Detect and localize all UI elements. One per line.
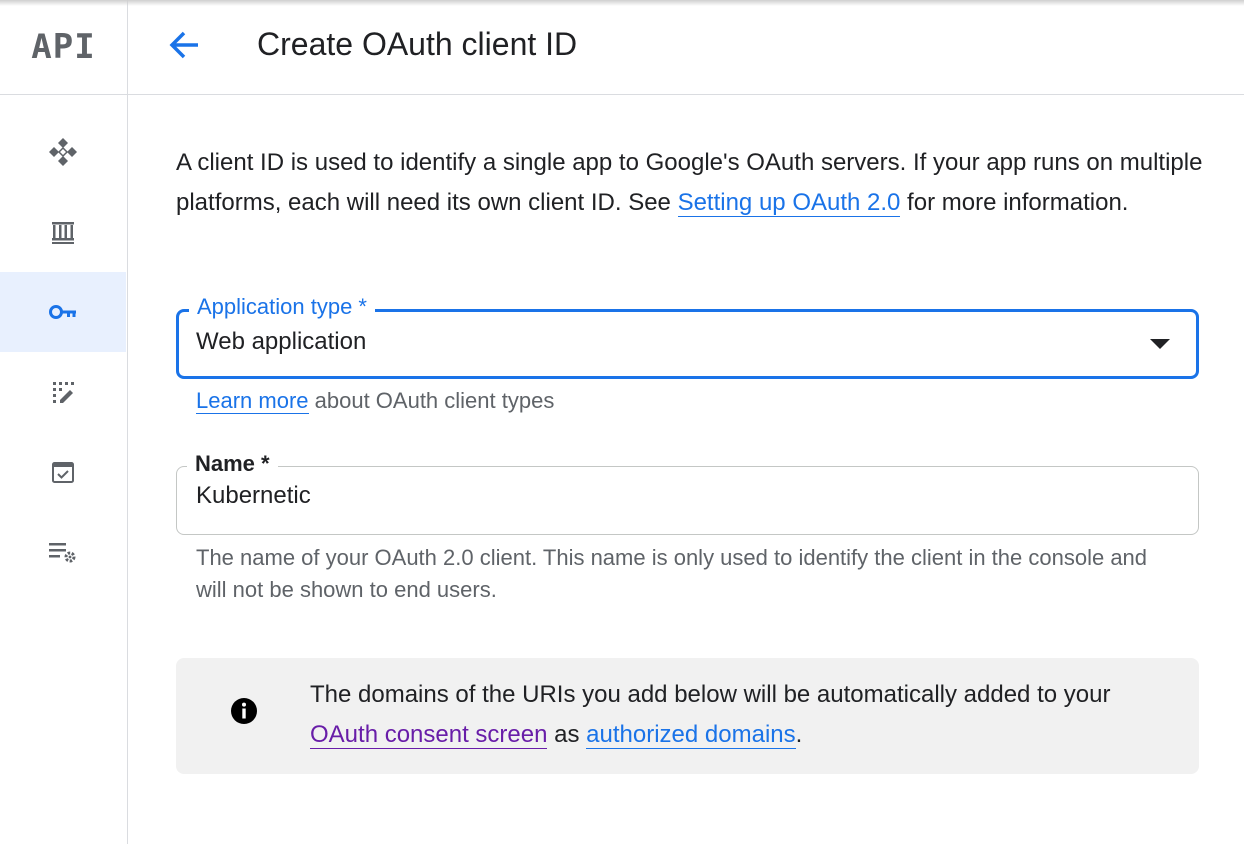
page-header: Create OAuth client ID <box>128 0 1244 95</box>
domains-info-notice: The domains of the URIs you add below wi… <box>176 658 1199 774</box>
name-label: Name * <box>187 450 278 478</box>
name-helper-text: The name of your OAuth 2.0 client. This … <box>196 545 1148 602</box>
nav-item-library[interactable] <box>0 192 126 272</box>
nav-item-enabled-apis[interactable] <box>0 112 126 192</box>
application-type-select[interactable]: Application type * Web application <box>176 293 1199 379</box>
authorized-domains-link[interactable]: authorized domains <box>586 721 796 749</box>
intro-text-end: for more information. <box>900 189 1129 216</box>
notice-text: The domains of the URIs you add below wi… <box>310 675 1170 755</box>
settings-list-icon <box>49 543 76 563</box>
nav-item-oauth-consent[interactable] <box>0 352 126 432</box>
notice-text-start: The domains of the URIs you add below wi… <box>310 681 1111 708</box>
enabled-apis-icon <box>49 138 77 166</box>
back-button[interactable] <box>164 25 204 65</box>
arrow-back-icon <box>169 31 198 59</box>
library-icon <box>52 222 74 244</box>
notice-text-middle: as <box>547 721 587 748</box>
info-icon <box>231 698 257 724</box>
application-type-helper-text: about OAuth client types <box>308 388 555 413</box>
oauth-consent-screen-link[interactable]: OAuth consent screen <box>310 721 548 749</box>
api-logo[interactable]: API <box>0 0 127 95</box>
application-type-label: Application type * <box>189 293 375 321</box>
credentials-key-icon <box>49 305 76 319</box>
nav-item-credentials[interactable] <box>0 272 126 352</box>
nav-item-page-usage-agreements[interactable] <box>0 432 126 512</box>
nav-item-settings[interactable] <box>0 512 126 592</box>
page-usage-agreements-icon <box>52 462 74 483</box>
notice-text-end: . <box>795 721 803 748</box>
nav-rail: API <box>0 0 128 844</box>
name-field: Name * <box>176 450 1199 535</box>
setting-up-oauth-link[interactable]: Setting up OAuth 2.0 <box>677 189 901 217</box>
page-title: Create OAuth client ID <box>257 26 578 62</box>
learn-more-link[interactable]: Learn more <box>196 388 309 414</box>
oauth-consent-icon <box>53 382 74 403</box>
application-type-value: Web application <box>196 328 367 355</box>
top-shadow <box>0 0 1244 6</box>
intro-paragraph: A client ID is used to identify a single… <box>176 143 1206 223</box>
name-input[interactable] <box>196 482 1156 510</box>
dropdown-arrow-icon <box>1150 339 1170 349</box>
api-logo-text: API <box>31 27 96 67</box>
application-type-helper: Learn more about OAuth client types <box>196 388 554 414</box>
